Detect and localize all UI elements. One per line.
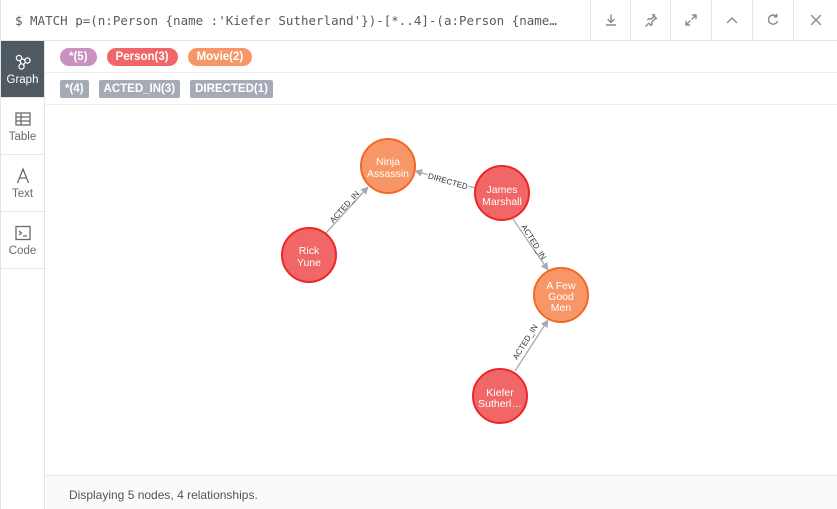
node-label-line: Rick <box>299 245 320 257</box>
close-icon <box>810 14 822 26</box>
legend-all-relationships[interactable]: *(4) <box>60 79 89 98</box>
node-label-line: Assassin <box>367 168 409 180</box>
node-labels-legend: *(5) Person(3) Movie(2) <box>46 41 837 73</box>
relationship-acted-in-rick-ninja[interactable]: ACTED_IN <box>325 186 369 234</box>
sidebar-item-label: Graph <box>6 73 39 86</box>
legend-directed[interactable]: DIRECTED(1) <box>190 79 273 98</box>
relationship-acted-in-james-fewgood[interactable]: ACTED_IN <box>512 218 549 271</box>
relationship-directed-james-ninja[interactable]: DIRECTED <box>414 169 476 193</box>
graph-icon <box>15 54 31 70</box>
graph-svg[interactable]: ACTED_IN DIRECTED ACTED_IN ACTED_IN Ninj… <box>46 105 837 475</box>
collapse-icon <box>726 17 737 24</box>
legend-all-nodes[interactable]: *(5) <box>60 47 97 66</box>
node-label-line: Ninja <box>376 156 400 168</box>
sidebar-item-graph[interactable]: Graph <box>1 41 44 98</box>
sidebar-item-label: Code <box>8 244 37 257</box>
node-james-marshall[interactable]: James Marshall <box>474 165 530 221</box>
relationship-label: ACTED_IN <box>519 223 548 262</box>
sidebar-item-text[interactable]: Text <box>1 155 44 212</box>
relationship-label: DIRECTED <box>427 172 469 192</box>
legend-acted-in[interactable]: ACTED_IN(3) <box>98 79 181 98</box>
node-rick-yune[interactable]: Rick Yune <box>281 227 337 283</box>
rerun-button[interactable] <box>752 0 792 40</box>
expand-icon <box>684 14 697 26</box>
node-a-few-good-men[interactable]: A Few Good Men <box>533 267 589 323</box>
query-text[interactable]: $ MATCH p=(n:Person {name :'Kiefer Suthe… <box>15 13 585 28</box>
legend-movie[interactable]: Movie(2) <box>187 47 253 66</box>
result-frame: $ MATCH p=(n:Person {name :'Kiefer Suthe… <box>0 0 837 509</box>
refresh-icon <box>767 13 778 25</box>
code-icon <box>14 225 31 240</box>
sidebar-item-table[interactable]: Table <box>1 98 44 155</box>
query-bar: $ MATCH p=(n:Person {name :'Kiefer Suthe… <box>1 0 837 41</box>
pin-icon <box>644 13 657 27</box>
legend-person[interactable]: Person(3) <box>106 47 178 66</box>
sidebar-item-label: Table <box>8 130 37 143</box>
node-label-line: Sutherl… <box>478 398 522 410</box>
sidebar-item-code[interactable]: Code <box>1 212 44 269</box>
download-button[interactable] <box>590 0 630 40</box>
text-icon <box>16 166 29 183</box>
node-kiefer-sutherland[interactable]: Kiefer Sutherl… <box>472 368 528 424</box>
download-icon <box>605 14 616 26</box>
node-label-line: Men <box>551 302 572 314</box>
relationship-label: ACTED_IN <box>328 189 361 225</box>
status-text: Displaying 5 nodes, 4 relationships. <box>69 488 258 502</box>
node-label-line: Marshall <box>482 196 522 208</box>
status-bar: Displaying 5 nodes, 4 relationships. <box>46 475 837 509</box>
collapse-button[interactable] <box>711 0 751 40</box>
node-label-line: James <box>487 184 518 196</box>
node-label-line: Yune <box>297 257 321 269</box>
relationship-types-legend: *(4) ACTED_IN(3) DIRECTED(1) <box>46 73 837 105</box>
close-button[interactable] <box>793 0 837 40</box>
table-icon <box>14 111 31 126</box>
node-ninja-assassin[interactable]: Ninja Assassin <box>360 138 416 194</box>
graph-canvas[interactable]: ACTED_IN DIRECTED ACTED_IN ACTED_IN Ninj… <box>46 105 837 475</box>
expand-button[interactable] <box>670 0 710 40</box>
relationship-acted-in-kiefer-fewgood[interactable]: ACTED_IN <box>511 319 549 372</box>
pin-button[interactable] <box>630 0 670 40</box>
sidebar-item-label: Text <box>11 187 34 200</box>
view-sidebar: Graph Table Text Code <box>1 41 45 509</box>
